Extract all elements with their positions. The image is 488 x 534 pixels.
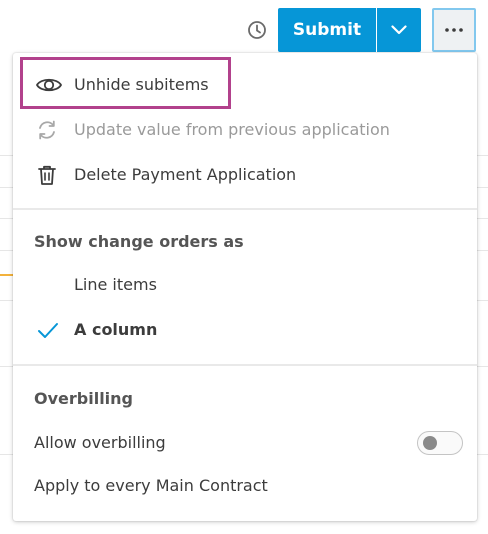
menu-divider xyxy=(13,208,477,210)
menu-item-label: Unhide subitems xyxy=(74,74,209,94)
menu-item-label: Delete Payment Application xyxy=(74,164,297,184)
option-label: Line items xyxy=(74,275,157,294)
refresh-icon xyxy=(35,118,59,142)
allow-overbilling-toggle[interactable] xyxy=(417,431,463,455)
option-line-items[interactable]: Line items xyxy=(13,265,477,305)
trash-icon xyxy=(35,163,59,187)
change-orders-section-title: Show change orders as xyxy=(34,232,244,251)
menu-item-unhide-subitems[interactable]: Unhide subitems xyxy=(13,62,477,106)
checkmark-icon xyxy=(37,322,59,340)
more-actions-button[interactable] xyxy=(432,8,476,52)
menu-item-label: Update value from previous application xyxy=(74,119,390,139)
submit-divider xyxy=(376,8,377,52)
submit-button[interactable]: Submit xyxy=(278,8,376,52)
more-actions-menu: Unhide subitems Update value from previo… xyxy=(13,53,477,521)
history-clock-icon[interactable] xyxy=(247,20,267,40)
eye-icon xyxy=(35,73,62,97)
option-a-column[interactable]: A column xyxy=(13,310,477,350)
submit-split-button: Submit xyxy=(278,8,421,52)
background-accent-line xyxy=(0,274,14,276)
allow-overbilling-label: Allow overbilling xyxy=(34,433,166,452)
toolbar: Submit xyxy=(0,0,488,52)
menu-item-delete-payment-application[interactable]: Delete Payment Application xyxy=(13,152,477,196)
more-horizontal-icon xyxy=(445,28,463,32)
option-label: A column xyxy=(74,320,158,339)
overbilling-section-title: Overbilling xyxy=(34,389,134,408)
menu-divider xyxy=(13,364,477,366)
apply-to-every-main-contract[interactable]: Apply to every Main Contract xyxy=(34,476,268,495)
chevron-down-icon xyxy=(391,25,407,35)
submit-dropdown-button[interactable] xyxy=(377,8,421,52)
toggle-knob xyxy=(423,436,437,450)
menu-item-update-value[interactable]: Update value from previous application xyxy=(13,107,477,151)
